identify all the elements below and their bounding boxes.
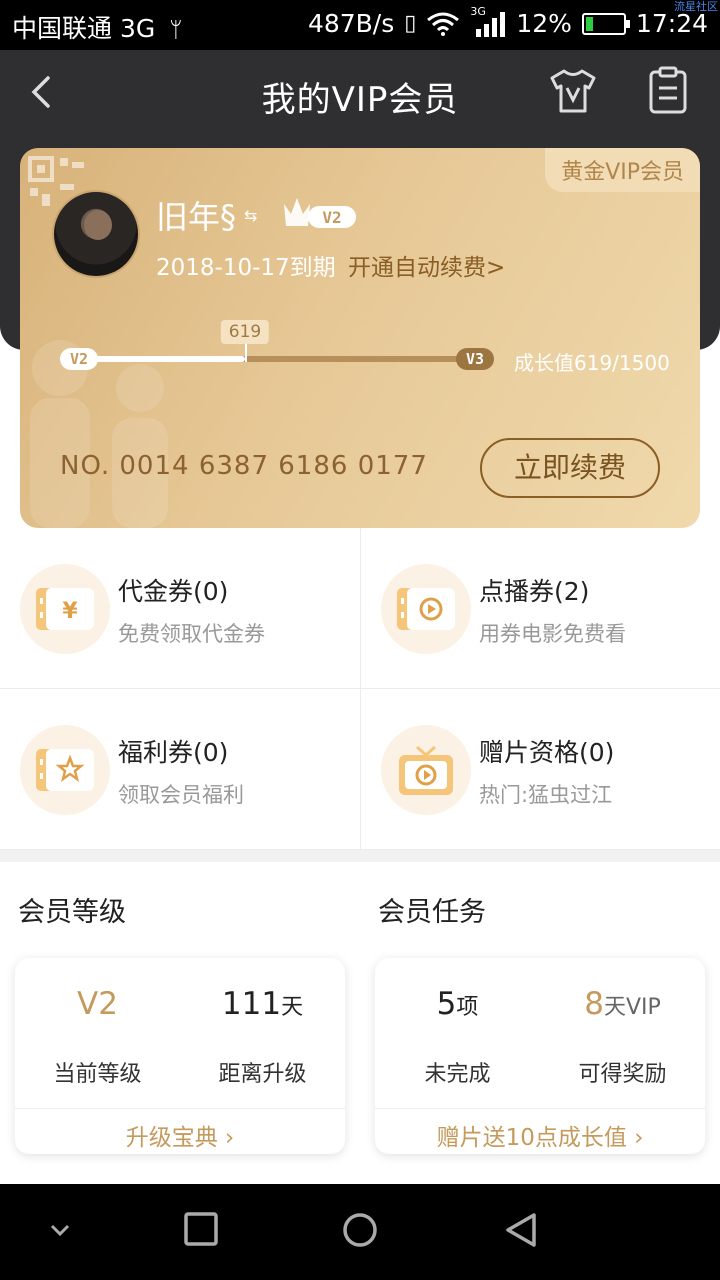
avatar[interactable] bbox=[52, 190, 140, 278]
system-nav-bar bbox=[0, 1184, 720, 1280]
progress-marker-label: 619 bbox=[220, 320, 270, 344]
task-link[interactable]: 赠片送10点成长值 › bbox=[375, 1118, 705, 1152]
swap-icon[interactable]: ⇆ bbox=[244, 206, 257, 225]
coupon-subtitle: 用券电影免费看 bbox=[479, 622, 626, 646]
days-label: 距离升级 bbox=[218, 1062, 307, 1087]
vip-card: 黄金VIP会员 旧年§ ⇆ V2 2018-10-17到期 开通自动续费> 61… bbox=[20, 148, 700, 528]
battery-percent: 12% bbox=[516, 9, 572, 38]
pending-label: 未完成 bbox=[424, 1062, 491, 1087]
pending-value: 5 bbox=[436, 986, 457, 1022]
network-type-label: 3G bbox=[470, 4, 486, 18]
svg-text:¥: ¥ bbox=[62, 599, 78, 624]
status-bar: 中国联通 3G ᛘ 487B/s ▯ 3G 12% 17:24 流星社区 bbox=[0, 0, 720, 50]
coupon-title: 点播券(2) bbox=[479, 577, 590, 606]
renew-button[interactable]: 立即续费 bbox=[480, 438, 660, 498]
upgrade-guide-label: 升级宝典 bbox=[125, 1125, 218, 1151]
speed-text: 487B/s bbox=[307, 9, 395, 38]
days-unit: 天 bbox=[281, 995, 304, 1020]
section-divider bbox=[0, 850, 720, 862]
current-level-value: V2 bbox=[77, 986, 118, 1022]
battery-icon bbox=[581, 12, 630, 35]
ondemand-ticket-item[interactable]: 点播券(2) 用券电影免费看 bbox=[360, 528, 720, 689]
crown-level-label: V2 bbox=[322, 208, 341, 227]
hide-nav-icon[interactable] bbox=[48, 1222, 72, 1238]
chevron-right-icon: › bbox=[634, 1125, 644, 1151]
coupon-grid: ¥ 代金券(0) 免费领取代金券 点播券(2) 用券电影免费看 福利券(0) 领… bbox=[0, 528, 720, 850]
reward-unit: 天VIP bbox=[603, 995, 661, 1020]
home-icon[interactable] bbox=[342, 1212, 378, 1248]
gift-play-icon bbox=[381, 725, 471, 815]
coupon-title: 代金券(0) bbox=[118, 577, 229, 606]
coupon-title: 赠片资格(0) bbox=[479, 738, 615, 767]
auto-renew-link[interactable]: 开通自动续费> bbox=[348, 248, 505, 282]
coupon-subtitle: 热门:猛虫过江 bbox=[479, 783, 613, 807]
tshirt-icon[interactable] bbox=[548, 68, 598, 114]
membership-tier-badge: 黄金VIP会员 bbox=[545, 148, 700, 192]
usb-icon: ᛘ bbox=[169, 18, 183, 43]
growth-progress-track bbox=[66, 356, 486, 362]
back-nav-icon[interactable] bbox=[504, 1212, 538, 1248]
coupon-subtitle: 领取会员福利 bbox=[118, 783, 244, 807]
reward-value: 8 bbox=[584, 986, 604, 1022]
carrier-text: 中国联通 3G bbox=[12, 14, 156, 43]
coupon-title: 福利券(0) bbox=[118, 738, 229, 767]
watermark: 流星社区 bbox=[674, 0, 718, 13]
next-level-pill: V3 bbox=[456, 348, 494, 370]
gift-film-item[interactable]: 赠片资格(0) 热门:猛虫过江 bbox=[360, 689, 720, 850]
divider bbox=[375, 1108, 705, 1109]
status-indicators: 487B/s ▯ 3G 12% 17:24 bbox=[307, 5, 708, 39]
task-card: 5项 8天VIP 未完成 可得奖励 赠片送10点成长值 › bbox=[375, 958, 705, 1154]
pending-unit: 项 bbox=[456, 995, 479, 1020]
reward: 8天VIP bbox=[540, 986, 705, 1022]
card-number: NO. 0014 6387 6186 0177 bbox=[60, 451, 428, 481]
divider bbox=[15, 1108, 345, 1109]
days-to-upgrade: 111天 bbox=[180, 986, 345, 1022]
star-ticket-icon bbox=[20, 725, 110, 815]
level-section-title: 会员等级 bbox=[18, 897, 126, 928]
level-card: V2 111天 当前等级 距离升级 升级宝典 › bbox=[15, 958, 345, 1154]
task-section-title: 会员任务 bbox=[378, 897, 486, 928]
clipboard-icon[interactable] bbox=[646, 66, 690, 116]
wifi-icon bbox=[427, 12, 460, 36]
play-ticket-icon bbox=[381, 564, 471, 654]
yuan-ticket-icon: ¥ bbox=[20, 564, 110, 654]
recent-apps-icon[interactable] bbox=[184, 1212, 218, 1246]
crown-level-icon: V2 bbox=[284, 198, 356, 228]
growth-value: 成长值619/1500 bbox=[514, 351, 670, 375]
username: 旧年§ bbox=[156, 198, 237, 236]
pending-tasks: 5项 bbox=[375, 986, 540, 1022]
page-title: 我的VIP会员 bbox=[261, 80, 459, 120]
signal-icon: 3G bbox=[470, 5, 506, 37]
current-level-label: 当前等级 bbox=[53, 1062, 142, 1087]
current-level-pill: V2 bbox=[60, 348, 98, 370]
days-value: 111 bbox=[221, 986, 282, 1022]
upgrade-guide-link[interactable]: 升级宝典 › bbox=[15, 1118, 345, 1152]
vibrate-icon: ▯ bbox=[404, 11, 417, 36]
coupon-subtitle: 免费领取代金券 bbox=[118, 622, 265, 646]
welfare-ticket-item[interactable]: 福利券(0) 领取会员福利 bbox=[0, 689, 360, 850]
chevron-right-icon: › bbox=[225, 1125, 235, 1151]
task-link-label: 赠片送10点成长值 bbox=[436, 1125, 627, 1151]
reward-label: 可得奖励 bbox=[578, 1062, 667, 1087]
carrier-label: 中国联通 3G ᛘ bbox=[12, 9, 182, 45]
expiry-date: 2018-10-17到期 bbox=[156, 255, 336, 281]
decorative-figures bbox=[30, 340, 168, 528]
voucher-item[interactable]: ¥ 代金券(0) 免费领取代金券 bbox=[0, 528, 360, 689]
